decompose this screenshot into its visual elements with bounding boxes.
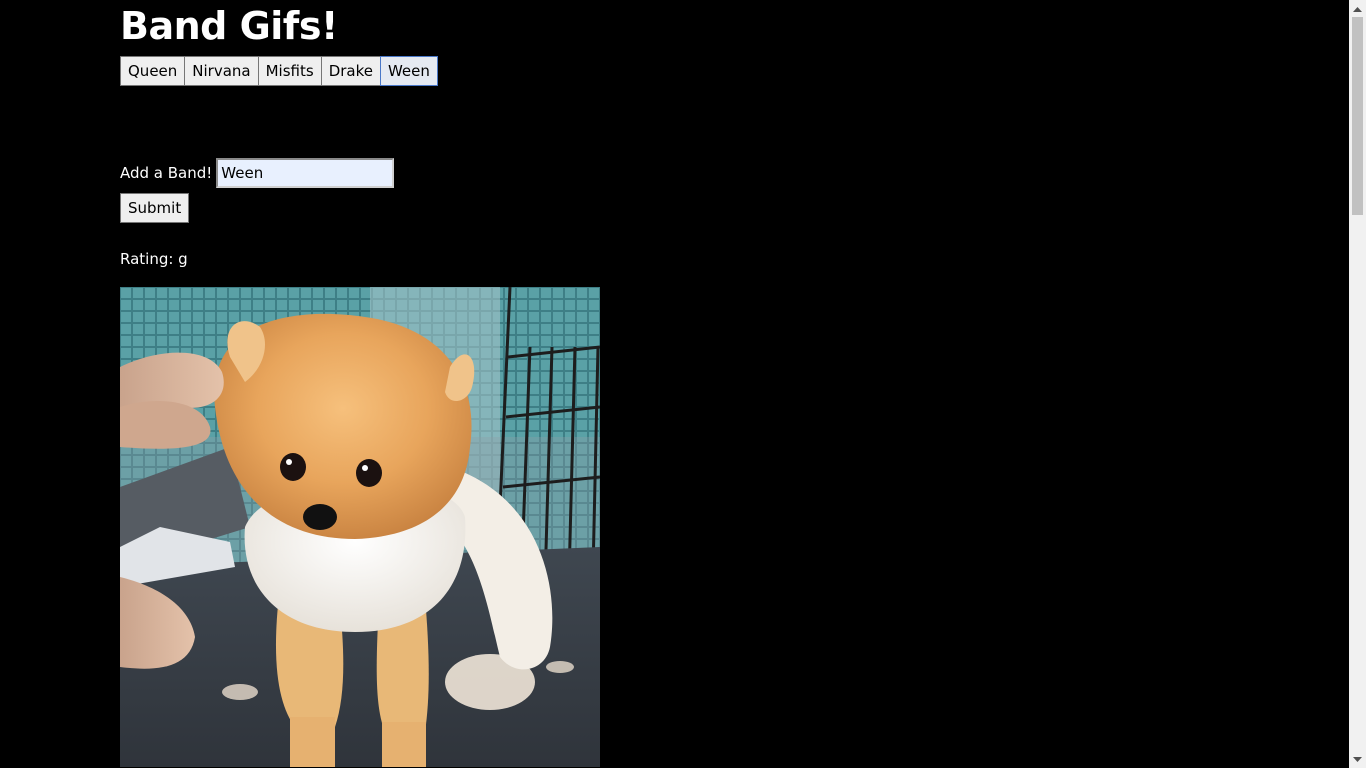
add-band-input[interactable] — [216, 158, 395, 188]
pomeranian-gif-illustration — [120, 287, 600, 767]
band-button-nirvana[interactable]: Nirvana — [184, 56, 259, 86]
dog-right-eye — [356, 459, 382, 487]
groomer-hand-top — [120, 352, 224, 408]
dog-left-eye — [280, 453, 306, 481]
scroll-down-arrow-icon[interactable] — [1349, 751, 1366, 768]
gif-rating: Rating: g — [120, 250, 188, 268]
add-band-label: Add a Band! — [120, 164, 213, 182]
gif-image[interactable] — [120, 287, 600, 767]
scroll-up-arrow-icon[interactable] — [1349, 0, 1366, 17]
submit-button[interactable]: Submit — [120, 193, 190, 223]
band-button-misfits[interactable]: Misfits — [257, 56, 322, 86]
vertical-scrollbar[interactable] — [1349, 0, 1366, 768]
band-button-ween[interactable]: Ween — [379, 56, 438, 86]
band-button-row: Queen Nirvana Misfits Drake Ween — [120, 56, 438, 86]
page: Band Gifs! Queen Nirvana Misfits Drake W… — [0, 0, 1366, 768]
page-title: Band Gifs! — [120, 4, 338, 48]
add-band-form: Add a Band! — [120, 158, 395, 188]
scrollbar-thumb[interactable] — [1352, 17, 1363, 215]
band-button-drake[interactable]: Drake — [320, 56, 381, 86]
band-button-queen[interactable]: Queen — [120, 56, 186, 86]
dog-nose — [303, 504, 337, 530]
